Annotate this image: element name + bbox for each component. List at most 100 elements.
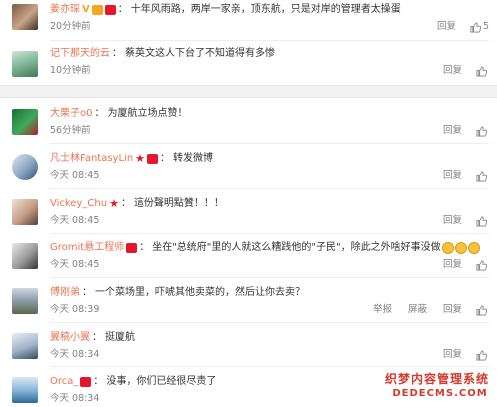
like-button[interactable] [476, 260, 489, 271]
comment-time: 今天 08:45 [50, 215, 100, 226]
reply-button[interactable]: 回复 [437, 21, 456, 33]
comment-line: 记下那天的云 ： 蔡英文这人下台了不知道得有多惨 [50, 47, 275, 61]
member-badge-icon [80, 377, 92, 387]
thumbs-up-icon [476, 66, 487, 76]
avatar[interactable] [12, 288, 38, 314]
comment-text: 挺厦航 [105, 332, 135, 343]
comment-line: 凡士林FantasyLin ★ ： 转发微博 [50, 152, 213, 166]
like-button[interactable] [476, 350, 489, 361]
comment-line: Gromit悬工程师 ： 坐在"总统府"里的人就这么糟践他的"子民"，除此之外啥… [50, 241, 480, 255]
thumbs-up-icon [476, 216, 487, 226]
comment-time: 今天 08:39 [50, 304, 100, 315]
verified-v-icon: V [82, 4, 90, 15]
comment-actions: 回复 [427, 349, 489, 361]
reply-button[interactable]: 回复 [443, 304, 462, 316]
avatar[interactable] [12, 154, 38, 180]
user-name-link[interactable]: Gromit悬工程师 [50, 241, 124, 255]
name-separator: ： [117, 4, 128, 15]
like-button[interactable] [476, 171, 489, 182]
comment-text: 這份聲明點贊！！！ [133, 198, 224, 209]
reply-button[interactable]: 回复 [443, 125, 462, 137]
block-button[interactable]: 屏蔽 [408, 304, 427, 316]
section-gap [0, 86, 497, 97]
row-divider [50, 322, 489, 323]
avatar[interactable] [12, 243, 38, 269]
comment-text: 十年风雨路，两岸一家亲，顶东航，只是对岸的管理者太操蛋 [130, 4, 401, 15]
thumbs-up-icon [476, 305, 487, 315]
watermark-title: 织梦内容管理系统 [385, 372, 490, 386]
row-divider [50, 188, 489, 189]
comment-actions: 回复 [427, 65, 489, 77]
user-name-link[interactable]: 姜亦琛 [50, 3, 80, 17]
user-name-link[interactable]: Orca_ [50, 375, 78, 389]
sweat-emoji-icon [467, 242, 480, 254]
reply-button[interactable]: 回复 [443, 349, 462, 361]
comment-actions: 回复 [427, 259, 489, 271]
member-badge-icon [104, 5, 116, 15]
comment-text: 一个菜场里，吓唬其他卖菜的，然后让你去卖？ [95, 287, 305, 298]
comment-actions: 回复 [427, 215, 489, 227]
user-name-link[interactable]: 记下那天的云 [50, 47, 110, 61]
avatar[interactable] [12, 4, 38, 30]
reply-button[interactable]: 回复 [443, 259, 462, 271]
avatar[interactable] [12, 51, 38, 77]
comment-actions: 回复 5 [421, 21, 489, 33]
comment-line: Vickey_Chu ★ ： 這份聲明點贊！！！ [50, 197, 224, 211]
avatar[interactable] [12, 377, 38, 403]
like-button[interactable]: 5 [470, 21, 489, 33]
avatar[interactable] [12, 199, 38, 225]
like-button[interactable] [476, 216, 489, 227]
reply-button[interactable]: 回复 [443, 215, 462, 227]
row-divider [50, 277, 489, 278]
comment-actions: 举报 屏蔽 回复 [357, 304, 489, 316]
comment-time: 今天 08:34 [50, 349, 100, 360]
row-divider [50, 366, 489, 367]
comment-text: 为厦航立场点赞！ [107, 108, 188, 119]
watermark-domain: DEDECMS.COM [392, 388, 488, 399]
comment-actions: 回复 [427, 170, 489, 182]
site-watermark: 织梦内容管理系统 DEDECMS.COM [385, 371, 495, 405]
thumbs-up-icon [470, 22, 481, 32]
user-name-link[interactable]: 傅刚弟 [50, 286, 80, 300]
name-separator: ： [94, 108, 105, 119]
avatar[interactable] [12, 109, 38, 135]
user-name-link[interactable]: 翼稿小翼 [50, 331, 90, 345]
reply-button[interactable]: 回复 [443, 65, 462, 77]
comment-text: 蔡英文这人下台了不知道得有多惨 [125, 48, 275, 59]
comment-text: 坐在"总统府"里的人就这么糟践他的"子民"，除此之外啥好事没做 [152, 242, 441, 253]
row-divider [50, 233, 489, 234]
thumbs-up-icon [476, 171, 487, 181]
comment-time: 10分钟前 [50, 65, 91, 76]
row-divider [50, 143, 489, 144]
thumbs-up-icon [476, 126, 487, 136]
member-badge-icon [126, 243, 138, 253]
star-badge-icon: ★ [109, 197, 119, 210]
like-button[interactable] [476, 126, 489, 137]
comment-line: 翼稿小翼 ： 挺厦航 [50, 331, 135, 345]
name-separator: ： [160, 153, 171, 164]
user-name-link[interactable]: 大栗子o0 [50, 107, 92, 121]
user-name-link[interactable]: 凡士林FantasyLin [50, 152, 133, 166]
like-button[interactable] [476, 66, 489, 77]
name-separator: ： [82, 287, 92, 298]
like-count: 5 [482, 21, 489, 32]
vip-crown-icon [91, 5, 103, 15]
comment-text: 没事，你们已经很尽责了 [106, 376, 217, 387]
comment-text: 转发微博 [173, 153, 214, 164]
comment-time: 今天 08:45 [50, 170, 100, 181]
top-comments-panel: 姜亦琛 V ： 十年风雨路，两岸一家亲，顶东航，只是对岸的管理者太操蛋 20分钟… [0, 0, 497, 86]
reply-button[interactable]: 回复 [443, 170, 462, 182]
avatar[interactable] [12, 333, 38, 359]
user-name-link[interactable]: Vickey_Chu [50, 197, 107, 211]
star-badge-icon: ★ [135, 152, 146, 165]
comment-line: 姜亦琛 V ： 十年风雨路，两岸一家亲，顶东航，只是对岸的管理者太操蛋 [50, 3, 401, 17]
like-button[interactable] [476, 305, 489, 316]
report-button[interactable]: 举报 [373, 304, 392, 316]
comment-time: 20分钟前 [50, 21, 91, 32]
comment-actions: 回复 [427, 125, 489, 137]
sweat-emoji-icon [441, 242, 454, 254]
comment-line: Orca_ ： 没事，你们已经很尽责了 [50, 375, 216, 389]
comment-line: 大栗子o0 ： 为厦航立场点赞！ [50, 107, 187, 121]
comment-time: 今天 08:45 [50, 259, 100, 270]
name-separator: ： [120, 198, 131, 209]
